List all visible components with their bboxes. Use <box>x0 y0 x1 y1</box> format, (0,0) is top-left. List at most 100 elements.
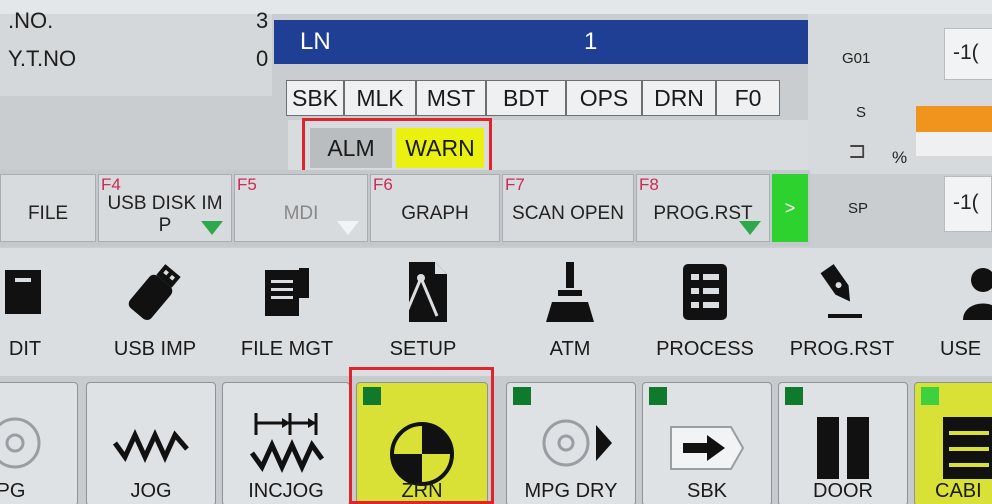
info-value-no: 3 <box>256 8 269 33</box>
info-label-ytno: Y.T.NO <box>8 46 77 71</box>
sp-value: -1( <box>953 191 979 214</box>
fkey-scan-label: SCAN OPEN <box>512 203 624 224</box>
mode-button-incjog[interactable]: INCJOG <box>222 382 350 504</box>
tool-atm[interactable]: ATM <box>505 248 635 376</box>
fkey-file[interactable]: FILE <box>0 174 96 242</box>
tool-atm-label: ATM <box>549 338 591 360</box>
mode-key-row: SBK MLK MST BDT OPS DRN F0 <box>286 80 780 118</box>
fkey-prog-rst[interactable]: F8 PROG.RST <box>636 174 770 242</box>
status-led <box>649 387 667 405</box>
process-list-icon <box>683 264 727 320</box>
percent-label: % <box>892 148 908 167</box>
g-code-label: G01 <box>842 50 871 67</box>
position-info-panel: .NO. 3 Y.T.NO 0 <box>0 8 272 96</box>
mode-key-bdt[interactable]: BDT <box>486 80 566 116</box>
zrn-highlight-box <box>349 367 494 504</box>
tool-progrst-label: PROG.RST <box>789 338 895 360</box>
operation-mode-row: IPG JOG INCJOG ZRN MPG DRY SBK DOO <box>0 376 992 504</box>
spindle-load-bar <box>916 106 992 156</box>
pen-nib-icon <box>820 264 862 318</box>
cnc-screen: .NO. 3 Y.T.NO 0 LN 1 SBK MLK MST BDT OPS… <box>0 0 992 504</box>
fkey-mdi[interactable]: F5 MDI <box>234 174 368 242</box>
fkey-file-label: FILE <box>27 203 69 224</box>
tool-setup-label: SETUP <box>389 338 457 360</box>
dropdown-arrow-icon <box>201 221 223 235</box>
edit-icon <box>5 270 41 314</box>
ln-value: 1 <box>584 28 598 55</box>
spindle-panel: G01 -1( S ⊐ % <box>808 14 992 174</box>
probe-icon <box>546 262 594 322</box>
mode-button-jog[interactable]: JOG <box>86 382 216 504</box>
mode-button-mpg[interactable]: IPG <box>0 382 78 504</box>
s-label: S <box>856 104 867 121</box>
mode-key-mlk[interactable]: MLK <box>344 80 416 116</box>
tool-prog-rst[interactable]: PROG.RST <box>777 248 907 376</box>
dropdown-arrow-icon <box>739 221 761 235</box>
dropdown-arrow-icon <box>337 221 359 235</box>
fkey-usb-disk-imp[interactable]: F4 USB DISK IM P <box>98 174 232 242</box>
single-block-arrow-icon <box>670 426 745 470</box>
fkey-number: F5 <box>237 175 257 194</box>
status-led <box>513 387 531 405</box>
status-led <box>921 387 939 405</box>
mode-key-mst[interactable]: MST <box>416 80 486 116</box>
file-manager-icon <box>265 268 309 316</box>
tool-filemgt-label: FILE MGT <box>240 338 334 360</box>
mode-button-sbk[interactable]: SBK <box>642 382 772 504</box>
tool-edit-label: DIT <box>8 338 42 360</box>
mode-mpgdry-label: MPG DRY <box>524 480 618 502</box>
mode-mpg-label: IPG <box>0 480 26 502</box>
mode-door-label: DOOR <box>813 480 873 502</box>
alarm-highlight-box <box>302 118 492 176</box>
g-value-field: -1( <box>944 28 992 80</box>
zigzag-icon <box>112 428 189 464</box>
line-number-bar: LN 1 <box>274 20 808 64</box>
door-icon <box>817 417 869 479</box>
tool-usb-label: USB IMP <box>113 338 197 360</box>
setup-compass-icon <box>403 262 447 322</box>
user-switch-icon <box>963 268 992 320</box>
mode-jog-label: JOG <box>130 480 172 502</box>
function-key-bar: FILE F4 USB DISK IM P F5 MDI F6 GRAPH F7… <box>0 170 810 246</box>
mode-incjog-label: INCJOG <box>248 480 324 502</box>
fkey-number: F8 <box>639 175 659 194</box>
tool-process[interactable]: PROCESS <box>640 248 770 376</box>
fkey-graph[interactable]: F6 GRAPH <box>370 174 500 242</box>
increment-jog-icon <box>249 413 325 474</box>
next-page-button[interactable]: > <box>772 174 808 242</box>
fkey-number: F4 <box>101 175 121 194</box>
usb-drive-icon <box>128 264 181 320</box>
screen-bezel <box>0 0 992 14</box>
status-led <box>785 387 803 405</box>
sp-label: SP <box>848 200 869 217</box>
mode-cabinet-label: CABI <box>935 480 982 502</box>
tool-user[interactable]: USE <box>910 248 992 376</box>
override-bracket-icon: ⊐ <box>848 138 867 163</box>
fkey-number: F7 <box>505 175 525 194</box>
info-value-ytno: 0 <box>256 46 269 71</box>
handwheel-dry-icon <box>542 419 612 467</box>
sp-value-field: -1( <box>944 176 992 232</box>
tool-usb-imp[interactable]: USB IMP <box>90 248 220 376</box>
spindle-load-fill <box>916 106 992 132</box>
fkey-scan-open[interactable]: F7 SCAN OPEN <box>502 174 634 242</box>
mode-button-door[interactable]: DOOR <box>778 382 908 504</box>
ln-label: LN <box>300 28 331 55</box>
tool-file-mgt[interactable]: FILE MGT <box>222 248 352 376</box>
mode-key-drn[interactable]: DRN <box>642 80 716 116</box>
tool-user-label: USE <box>940 338 982 360</box>
mode-key-ops[interactable]: OPS <box>566 80 642 116</box>
mode-key-f0[interactable]: F0 <box>716 80 780 116</box>
fkey-number: F6 <box>373 175 393 194</box>
tool-edit[interactable]: DIT <box>0 248 90 376</box>
mode-sbk-label: SBK <box>686 480 728 502</box>
mode-button-mpg-dry[interactable]: MPG DRY <box>506 382 636 504</box>
info-label-no: .NO. <box>8 8 54 33</box>
tool-icon-row: DIT USB IMP FILE MGT SETUP ATM PROCESS P… <box>0 248 992 376</box>
tool-setup[interactable]: SETUP <box>358 248 488 376</box>
tool-process-label: PROCESS <box>656 338 754 360</box>
cabinet-icon <box>943 417 992 479</box>
mode-key-sbk[interactable]: SBK <box>286 80 344 116</box>
handwheel-icon <box>0 417 41 469</box>
mode-button-cabinet[interactable]: CABI <box>914 382 992 504</box>
